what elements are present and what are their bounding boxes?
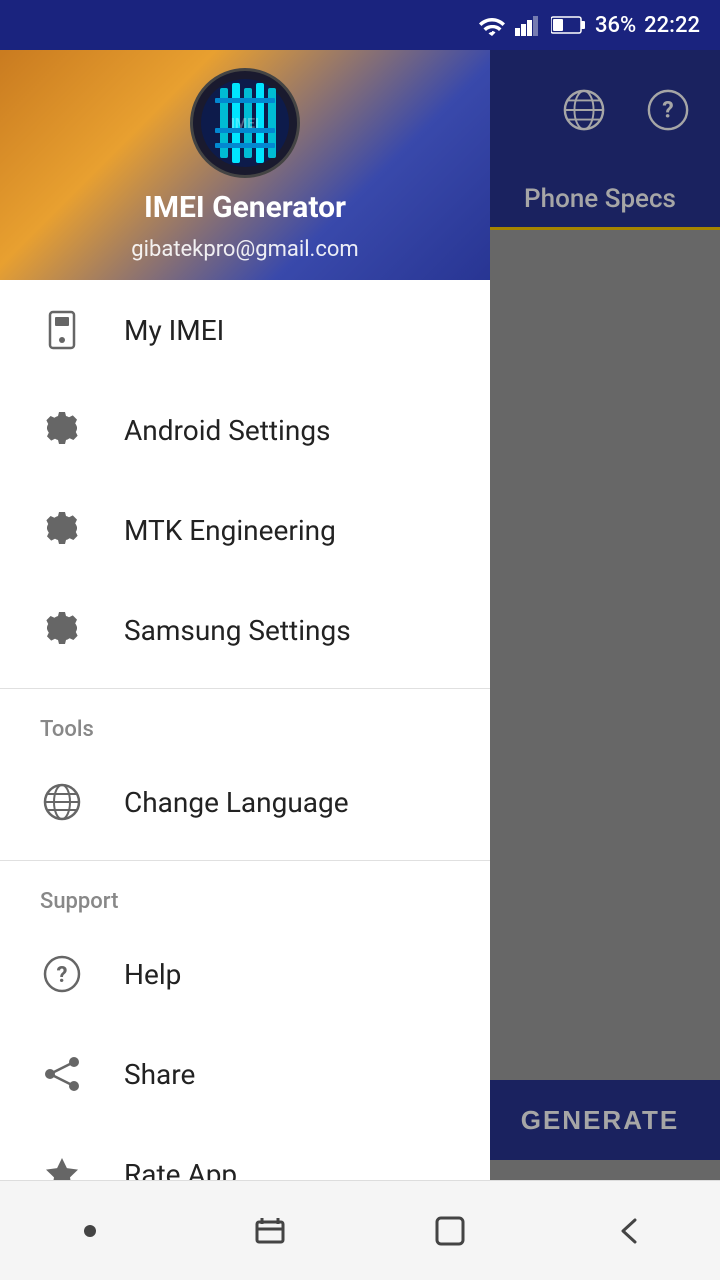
app-logo: IMEI (190, 68, 300, 178)
wifi-icon (477, 14, 507, 36)
battery-icon (551, 15, 587, 35)
nav-back[interactable] (590, 1201, 670, 1261)
svg-text:IMEI: IMEI (231, 116, 259, 132)
share-icon (40, 1052, 84, 1096)
menu-label-rate-app: Rate App (124, 1158, 237, 1181)
share-svg (42, 1054, 82, 1094)
back-icon (613, 1214, 647, 1248)
help-circle-svg: ? (42, 954, 82, 994)
menu-label-my-imei: My IMEI (124, 314, 224, 347)
menu-item-share[interactable]: Share (0, 1024, 490, 1124)
menu-item-my-imei[interactable]: My IMEI (0, 280, 490, 380)
globe-icon-language (40, 780, 84, 824)
divider-support (0, 860, 490, 861)
navigation-drawer: IMEI IMEI Generator gibatekpro@gmail.com… (0, 50, 490, 1180)
gear-svg-1 (42, 410, 82, 450)
divider-tools (0, 688, 490, 689)
nav-recents[interactable] (230, 1201, 310, 1261)
drawer-email: gibatekpro@gmail.com (131, 237, 358, 262)
gear-icon-samsung (40, 608, 84, 652)
time-display: 22:22 (644, 13, 700, 38)
drawer-menu: My IMEI Android Settings MTK Engineering (0, 280, 490, 1180)
menu-label-mtk-engineering: MTK Engineering (124, 514, 336, 547)
nav-overview[interactable] (410, 1201, 490, 1261)
bottom-navigation (0, 1180, 720, 1280)
imei-icon (40, 308, 84, 352)
menu-item-rate-app[interactable]: Rate App (0, 1124, 490, 1180)
menu-label-change-language: Change Language (124, 786, 349, 819)
menu-item-change-language[interactable]: Change Language (0, 752, 490, 852)
menu-item-android-settings[interactable]: Android Settings (0, 380, 490, 480)
battery-percent: 36% (595, 13, 636, 38)
overview-icon (433, 1214, 467, 1248)
menu-label-samsung-settings: Samsung Settings (124, 614, 351, 647)
gear-svg-3 (42, 610, 82, 650)
menu-item-samsung-settings[interactable]: Samsung Settings (0, 580, 490, 680)
menu-item-mtk-engineering[interactable]: MTK Engineering (0, 480, 490, 580)
drawer-header: IMEI IMEI Generator gibatekpro@gmail.com (0, 50, 490, 280)
dot-icon (76, 1217, 104, 1245)
gear-icon-mtk (40, 508, 84, 552)
menu-label-share: Share (124, 1058, 195, 1091)
gear-svg-2 (42, 510, 82, 550)
star-icon (40, 1152, 84, 1180)
signal-icon (515, 14, 543, 36)
svg-text:?: ? (57, 963, 68, 988)
gear-icon-android (40, 408, 84, 452)
globe-svg-2 (42, 782, 82, 822)
tools-section-header: Tools (0, 697, 490, 752)
help-circle-icon: ? (40, 952, 84, 996)
drawer-overlay[interactable] (490, 50, 720, 1180)
status-icons: 36% 22:22 (477, 13, 700, 38)
menu-item-help[interactable]: ? Help (0, 924, 490, 1024)
drawer-app-name: IMEI Generator (144, 190, 346, 225)
menu-label-android-settings: Android Settings (124, 414, 331, 447)
imei-svg (42, 310, 82, 350)
recents-icon (253, 1214, 287, 1248)
nav-home[interactable] (50, 1201, 130, 1261)
support-section-header: Support (0, 869, 490, 924)
menu-label-help: Help (124, 958, 181, 991)
status-bar: 36% 22:22 (0, 0, 720, 50)
star-svg (42, 1154, 82, 1180)
logo-svg: IMEI (200, 78, 290, 168)
